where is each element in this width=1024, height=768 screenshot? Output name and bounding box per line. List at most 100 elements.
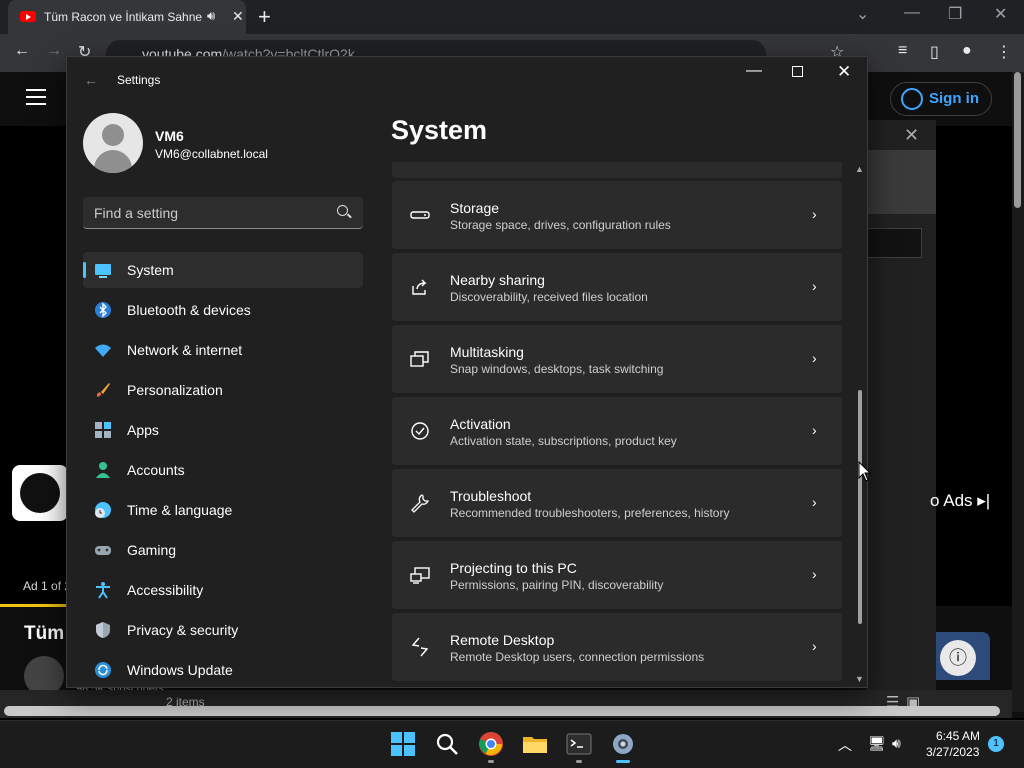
user-avatar[interactable]: [83, 113, 143, 173]
volume-icon[interactable]: 🔊︎: [892, 735, 901, 752]
tab-search-icon[interactable]: ⌄: [856, 4, 869, 24]
wrench-icon: [410, 493, 430, 513]
windows-start-icon[interactable]: [390, 731, 416, 757]
terminal-icon[interactable]: [566, 731, 592, 757]
horizontal-scrollbar[interactable]: [4, 706, 1000, 716]
scroll-down-arrow-icon[interactable]: ▼: [855, 674, 864, 684]
sidebar-item-bluetooth[interactable]: Bluetooth & devices: [83, 292, 363, 328]
brush-icon: [94, 381, 112, 399]
notification-badge[interactable]: 1: [988, 736, 1004, 752]
apps-icon: [94, 421, 112, 439]
accessibility-icon: [94, 581, 112, 599]
settings-card-wrench[interactable]: Troubleshoot Recommended troubleshooters,…: [392, 469, 842, 537]
sidebar-item-accessibility[interactable]: Accessibility: [83, 572, 363, 608]
sidebar-item-apps[interactable]: Apps: [83, 412, 363, 448]
sidebar-item-gamepad[interactable]: Gaming: [83, 532, 363, 568]
sidebar-item-shield[interactable]: Privacy & security: [83, 612, 363, 648]
browser-tab[interactable]: Tüm Racon ve İntikam Sahnele 🔊︎ ✕: [8, 0, 246, 34]
settings-card-projecting[interactable]: Projecting to this PC Permissions, pairin…: [392, 541, 842, 609]
settings-maximize-button[interactable]: [792, 66, 803, 77]
sidebar-item-label: Personalization: [127, 382, 223, 398]
network-icon: [94, 341, 112, 359]
media-control-icon[interactable]: ≡: [898, 42, 907, 60]
card-partial: [392, 162, 842, 178]
sidebar-item-update[interactable]: Windows Update: [83, 652, 363, 688]
clock-date[interactable]: 3/27/2023: [926, 745, 979, 759]
tab-close-icon[interactable]: ✕: [232, 8, 244, 25]
back-arrow-icon[interactable]: ←: [84, 72, 98, 88]
system-icon: [94, 261, 112, 279]
new-tab-button[interactable]: +: [258, 4, 271, 30]
share-icon: [410, 277, 430, 297]
card-description: Discoverability, received files location: [450, 290, 648, 304]
chevron-right-icon: ›: [812, 566, 817, 582]
page-scrollbar-thumb[interactable]: [1014, 72, 1021, 208]
card-title: Remote Desktop: [450, 632, 555, 648]
card-title: Activation: [450, 416, 511, 432]
search-icon[interactable]: [337, 205, 348, 216]
forward-arrow-icon[interactable]: →: [46, 42, 62, 60]
ad-close-icon[interactable]: ✕: [904, 125, 919, 146]
settings-window-title: Settings: [117, 73, 161, 87]
settings-minimize-button[interactable]: —: [746, 62, 762, 80]
settings-scrollbar-thumb[interactable]: [858, 390, 862, 624]
sidebar-item-accounts[interactable]: Accounts: [83, 452, 363, 488]
chevron-up-icon[interactable]: ︿: [838, 735, 852, 755]
card-description: Snap windows, desktops, task switching: [450, 362, 664, 376]
settings-close-button[interactable]: ✕: [837, 62, 851, 82]
browser-minimize-button[interactable]: —: [904, 4, 920, 22]
sidebar-item-label: Accessibility: [127, 582, 204, 598]
sidebar-item-network[interactable]: Network & internet: [83, 332, 363, 368]
bluetooth-icon: [94, 301, 112, 319]
chevron-right-icon: ›: [812, 422, 817, 438]
card-title: Troubleshoot: [450, 488, 532, 504]
profile-icon[interactable]: ●: [962, 42, 972, 60]
shield-icon: [94, 621, 112, 639]
chrome-menu-icon[interactable]: ⋮: [996, 42, 1012, 62]
card-description: Permissions, pairing PIN, discoverabilit…: [450, 578, 664, 592]
sidebar-item-system[interactable]: System: [83, 252, 363, 288]
find-setting-input[interactable]: Find a setting: [83, 197, 363, 229]
sidebar-item-label: Network & internet: [127, 342, 243, 358]
running-indicator: [576, 760, 582, 763]
search-icon[interactable]: [434, 731, 460, 757]
remote-desktop-icon: [410, 637, 430, 657]
file-explorer-icon[interactable]: [522, 731, 548, 757]
running-indicator: [488, 760, 494, 763]
network-tray-icon[interactable]: 🖥︎: [868, 735, 886, 752]
card-description: Recommended troubleshooters, preferences…: [450, 506, 730, 520]
hamburger-menu-icon[interactable]: [26, 89, 46, 105]
clock-time[interactable]: 6:45 AM: [936, 729, 980, 743]
user-name: VM6: [155, 128, 184, 144]
youtube-favicon-icon: [20, 11, 36, 22]
tab-title: Tüm Racon ve İntikam Sahnele: [44, 10, 202, 24]
scroll-up-arrow-icon[interactable]: ▲: [855, 164, 864, 174]
active-indicator: [616, 760, 630, 763]
sidebar-item-clock[interactable]: Time & language: [83, 492, 363, 528]
settings-card-activation[interactable]: Activation Activation state, subscription…: [392, 397, 842, 465]
settings-card-remote-desktop[interactable]: Remote Desktop Remote Desktop users, conn…: [392, 613, 842, 681]
back-arrow-icon[interactable]: ←: [14, 42, 30, 60]
audio-playing-icon[interactable]: 🔊︎: [207, 8, 215, 24]
gamepad-icon: [94, 541, 112, 559]
ad-progress-bar: [0, 604, 70, 607]
storage-icon: [410, 205, 430, 225]
multitasking-icon: [410, 349, 430, 369]
skip-ads-button[interactable]: o Ads ▸|: [930, 491, 990, 511]
chrome-icon[interactable]: [478, 731, 504, 757]
settings-card-storage[interactable]: Storage Storage space, drives, configurat…: [392, 181, 842, 249]
side-panel-icon[interactable]: ▯: [930, 42, 939, 62]
browser-close-button[interactable]: ✕: [994, 4, 1007, 24]
settings-card-multitasking[interactable]: Multitasking Snap windows, desktops, task…: [392, 325, 842, 393]
settings-card-share[interactable]: Nearby sharing Discoverability, received …: [392, 253, 842, 321]
user-email: VM6@collabnet.local: [155, 147, 268, 161]
ad-search-field[interactable]: [866, 228, 922, 258]
chevron-right-icon: ›: [812, 494, 817, 510]
sidebar-item-label: Bluetooth & devices: [127, 302, 251, 318]
sidebar-item-label: Gaming: [127, 542, 177, 558]
browser-restore-button[interactable]: ❐: [948, 4, 962, 24]
settings-icon[interactable]: [610, 731, 636, 757]
sidebar-item-brush[interactable]: Personalization: [83, 372, 363, 408]
advertiser-logo[interactable]: [12, 465, 68, 521]
info-icon[interactable]: ⓘ: [940, 640, 976, 676]
